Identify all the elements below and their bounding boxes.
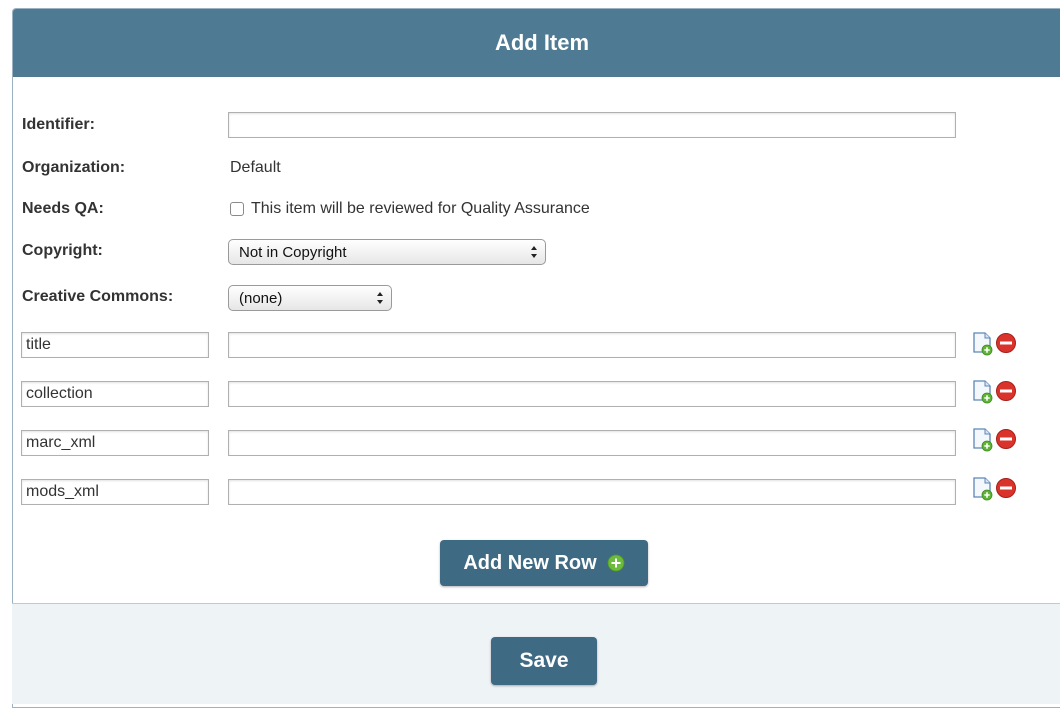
metadata-key-input[interactable] xyxy=(21,332,209,358)
remove-circle-icon[interactable] xyxy=(995,428,1017,450)
needs-qa-text: This item will be reviewed for Quality A… xyxy=(251,200,590,217)
metadata-value-input[interactable] xyxy=(228,430,956,456)
add-document-icon[interactable] xyxy=(972,428,994,452)
metadata-value-input[interactable] xyxy=(228,479,956,505)
needs-qa-checkbox[interactable] xyxy=(230,202,244,216)
metadata-value-input[interactable] xyxy=(228,381,956,407)
copyright-label: Copyright: xyxy=(22,242,103,259)
save-label: Save xyxy=(519,649,569,672)
row-actions xyxy=(972,380,1022,406)
creative-commons-select[interactable]: (none) xyxy=(228,285,392,311)
identifier-label: Identifier: xyxy=(22,116,95,133)
row-actions xyxy=(972,477,1022,503)
metadata-key-input[interactable] xyxy=(21,479,209,505)
add-new-row-button[interactable]: Add New Row xyxy=(440,540,648,586)
metadata-value-input[interactable] xyxy=(228,332,956,358)
panel-title: Add Item xyxy=(494,30,590,55)
copyright-select[interactable]: Not in Copyright xyxy=(228,239,546,265)
creative-commons-label: Creative Commons: xyxy=(22,288,174,305)
needs-qa-label: Needs QA: xyxy=(22,200,104,217)
remove-circle-icon[interactable] xyxy=(995,332,1017,354)
add-new-row-label: Add New Row xyxy=(463,551,597,574)
select-arrows-icon xyxy=(531,246,537,258)
select-arrows-icon xyxy=(377,292,383,304)
remove-circle-icon[interactable] xyxy=(995,477,1017,499)
metadata-key-input[interactable] xyxy=(21,381,209,407)
add-document-icon[interactable] xyxy=(972,332,994,356)
remove-circle-icon[interactable] xyxy=(995,380,1017,402)
row-actions xyxy=(972,332,1022,358)
metadata-key-input[interactable] xyxy=(21,430,209,456)
save-button[interactable]: Save xyxy=(491,637,597,685)
organization-value: Default xyxy=(230,159,281,176)
add-document-icon[interactable] xyxy=(972,477,994,501)
panel-header: Add Item xyxy=(13,9,1060,77)
creative-commons-selected-value: (none) xyxy=(239,290,283,307)
identifier-input[interactable] xyxy=(228,112,956,138)
row-actions xyxy=(972,428,1022,454)
organization-label: Organization: xyxy=(22,159,126,176)
add-document-icon[interactable] xyxy=(972,380,994,404)
plus-circle-icon xyxy=(607,554,625,572)
copyright-selected-value: Not in Copyright xyxy=(239,244,347,261)
